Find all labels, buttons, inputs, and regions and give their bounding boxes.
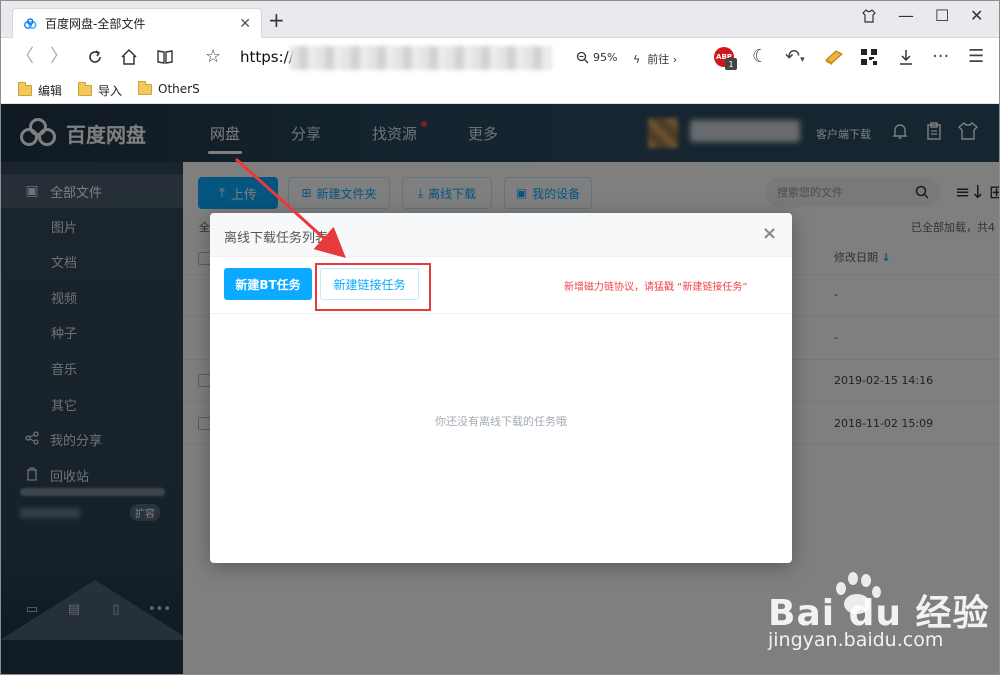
dialog-divider (210, 313, 792, 314)
new-bt-task-button[interactable]: 新建BT任务 (224, 268, 312, 300)
folder-icon (138, 80, 152, 95)
forward-icon[interactable]: 〉 (50, 48, 68, 66)
maximize-icon[interactable]: ☐ (935, 6, 949, 25)
lightning-icon: ϟ (633, 53, 641, 66)
zoom-level[interactable]: 95% (576, 51, 617, 64)
browser-tab[interactable]: 百度网盘-全部文件 ✕ (12, 8, 262, 38)
tab-close-icon[interactable]: ✕ (239, 16, 251, 32)
address-bar-blurred-url (290, 46, 552, 70)
dialog-header: 离线下载任务列表 × (210, 213, 792, 257)
home-icon[interactable] (120, 48, 138, 70)
reading-mode-icon[interactable] (156, 48, 174, 70)
hamburger-menu-icon[interactable]: ☰ (968, 48, 984, 66)
watermark-url: jingyan.baidu.com (768, 629, 944, 651)
night-mode-moon-icon[interactable]: ☾ (752, 48, 768, 66)
dialog-close-icon[interactable]: × (762, 223, 777, 244)
qr-code-icon[interactable] (860, 48, 878, 70)
zoom-value: 95% (593, 51, 618, 64)
bookmark-folder-import[interactable]: 导入 (78, 82, 122, 99)
zoom-magnifier-icon (576, 51, 589, 64)
refresh-icon[interactable] (86, 48, 104, 70)
address-bar-url[interactable]: https:// (240, 48, 294, 66)
new-tab-icon[interactable]: + (268, 10, 285, 30)
minimize-icon[interactable]: — (898, 6, 914, 25)
bookmark-label: 编辑 (38, 84, 63, 98)
dialog-title: 离线下载任务列表 (224, 231, 329, 246)
bookmark-folder-edit[interactable]: 编辑 (18, 82, 62, 99)
tab-title: 百度网盘-全部文件 (45, 17, 146, 31)
adblock-count-badge: 1 (725, 58, 737, 70)
notes-book-icon[interactable] (824, 48, 844, 70)
goto-button[interactable]: ϟ 前往 › (633, 51, 677, 67)
baidu-pan-favicon-icon (23, 17, 37, 29)
empty-task-message: 你还没有离线下载的任务哦 (435, 415, 567, 428)
undo-close-tab-icon[interactable]: ↶▾ (785, 48, 805, 69)
chevron-right-icon: › (672, 53, 678, 66)
close-window-icon[interactable]: ✕ (970, 6, 983, 25)
magnet-link-tip: 新增磁力链协议，请猛戳 “新建链接任务” (564, 282, 748, 293)
bookmark-label: 导入 (98, 84, 123, 98)
folder-icon (18, 82, 32, 96)
bookmark-star-icon[interactable]: ☆ (205, 48, 221, 66)
goto-label: 前往 (647, 53, 670, 66)
download-icon[interactable] (897, 48, 915, 70)
back-icon[interactable]: 〈 (16, 48, 34, 66)
more-menu-icon[interactable]: ··· (932, 48, 949, 66)
bookmark-folder-others[interactable]: OtherS (138, 80, 200, 96)
shirt-skin-icon[interactable] (861, 8, 877, 28)
folder-icon (78, 82, 92, 96)
bookmark-label: OtherS (158, 82, 200, 96)
annotation-highlight-box (315, 263, 431, 311)
offline-download-dialog: 离线下载任务列表 × 新建BT任务 新建链接任务 新增磁力链协议，请猛戳 “新建… (210, 213, 792, 563)
